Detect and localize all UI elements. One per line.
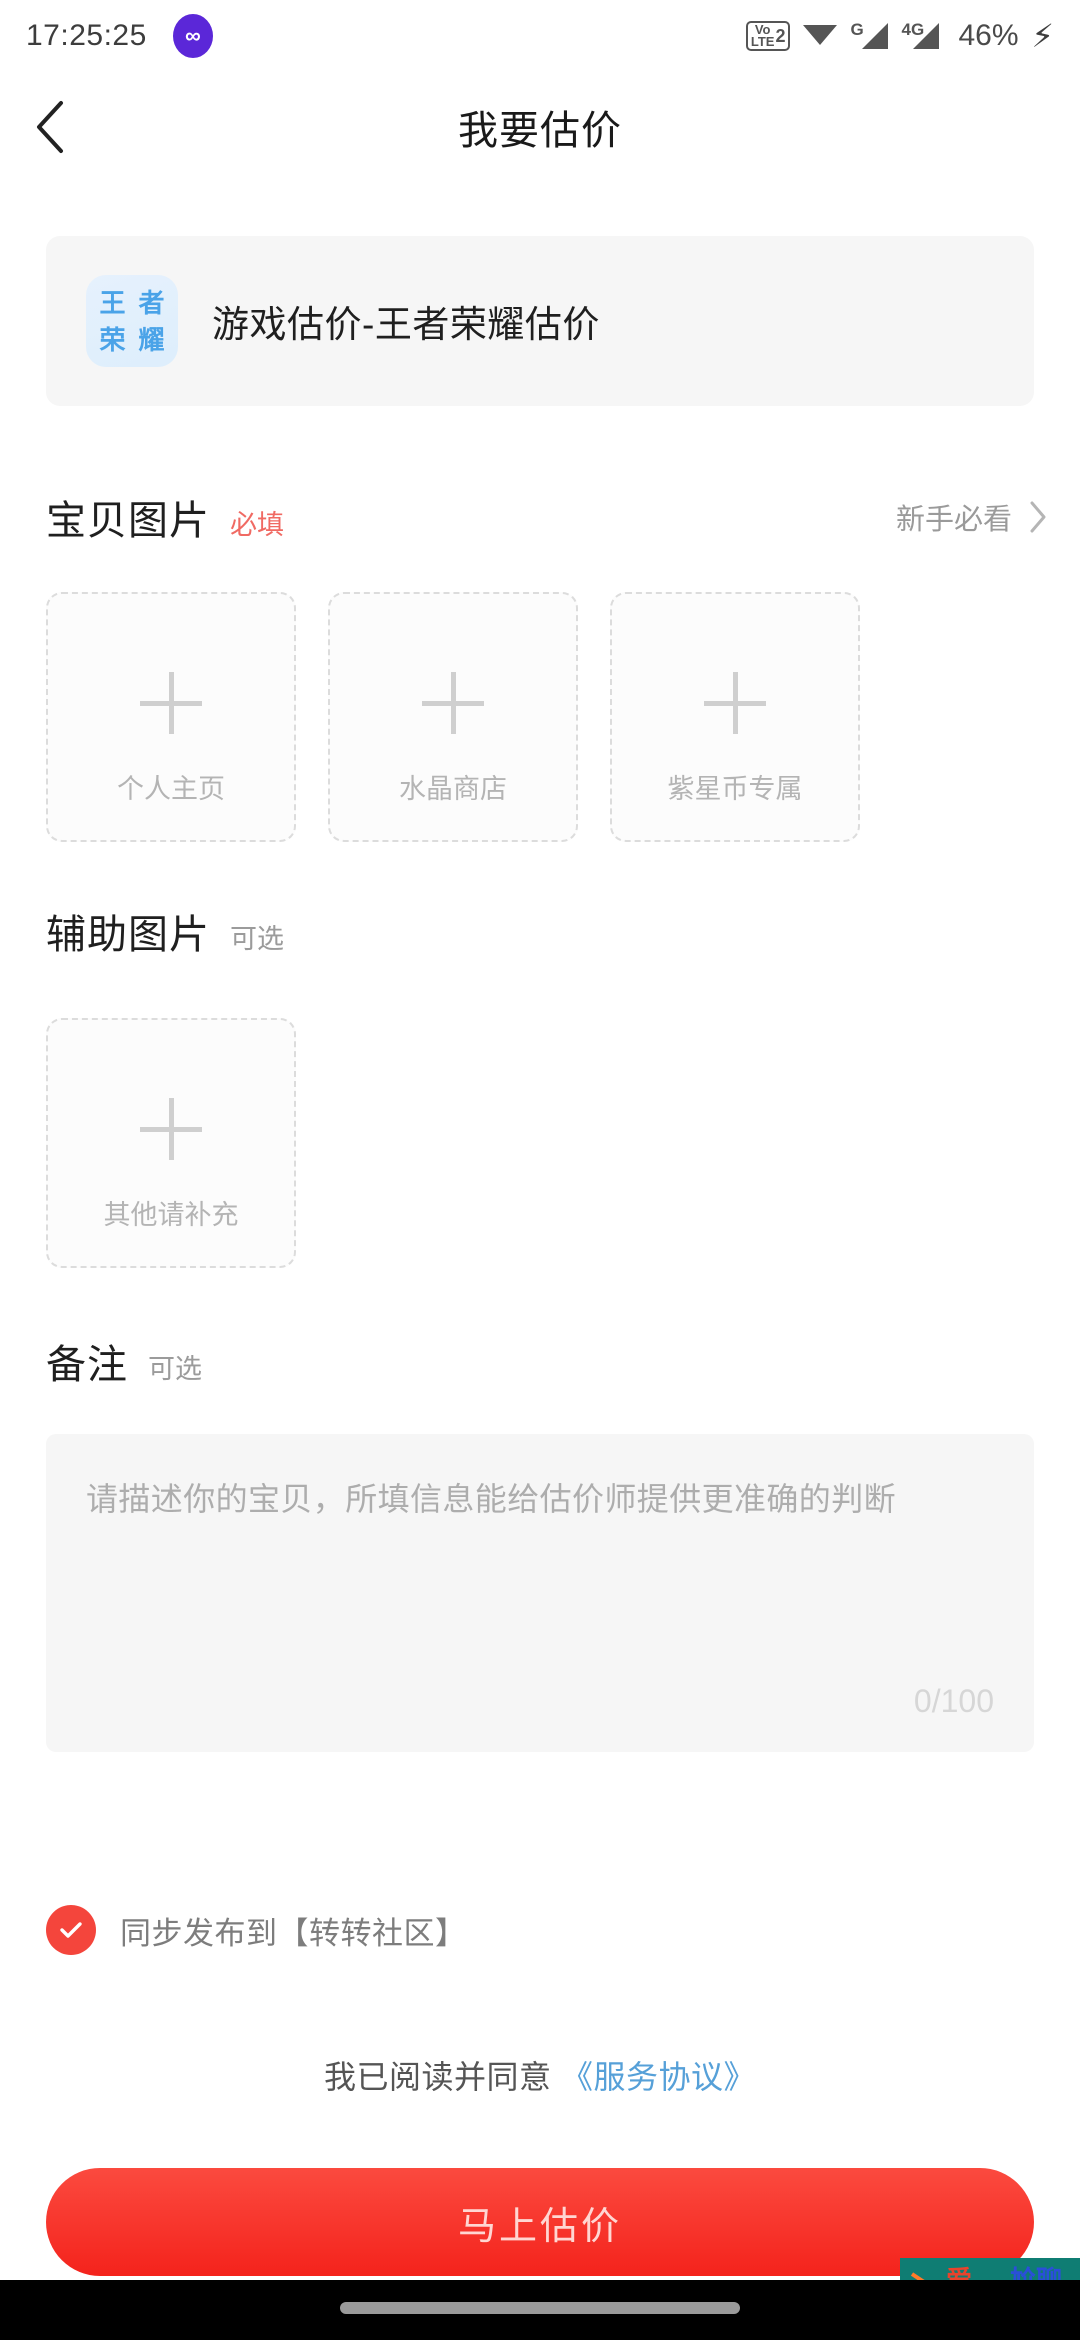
volte-icon: Vo LTE 2 [745, 21, 791, 51]
main-photos-section-head: 宝贝图片 必填 [46, 488, 284, 546]
system-nav-bar [0, 2280, 1080, 2340]
service-agreement-link[interactable]: 《服务协议》 [561, 2059, 756, 2095]
chevron-right-icon [1028, 500, 1048, 534]
infinity-icon: ∞ [172, 14, 213, 58]
wifi-icon [803, 23, 838, 49]
aux-photos-upload-row: 其他请补充 [46, 1018, 296, 1268]
upload-box-crystal-shop[interactable]: 水晶商店 [328, 592, 578, 842]
newbie-guide-link[interactable]: 新手必看 [896, 496, 1048, 538]
upload-box-purple-star-coin[interactable]: 紫星币专属 [610, 592, 860, 842]
game-logo-badge: 王 者 荣 耀 [86, 275, 178, 367]
status-bar: 17:25:25 ∞ Vo LTE 2 G 4G 46% ⚡ [0, 0, 1080, 72]
aux-photos-optional-tag: 可选 [230, 924, 284, 954]
submit-appraisal-button[interactable]: 马上估价 [46, 2168, 1034, 2276]
upload-box-other[interactable]: 其他请补充 [46, 1018, 296, 1268]
submit-button-label: 马上估价 [457, 2205, 622, 2248]
game-card-title: 游戏估价-王者荣耀估价 [212, 304, 600, 345]
status-icons: Vo LTE 2 G 4G 46% ⚡ [745, 18, 1054, 54]
remark-placeholder: 请描述你的宝贝，所填信息能给估价师提供更准确的判断 [86, 1481, 897, 1517]
check-icon [60, 1922, 82, 1938]
upload-label: 其他请补充 [103, 1200, 239, 1230]
upload-box-personal-homepage[interactable]: 个人主页 [46, 592, 296, 842]
plus-icon [704, 672, 766, 734]
remark-char-counter: 0/100 [913, 1683, 994, 1719]
plus-icon [140, 1098, 202, 1160]
page-header: 我要估价 [0, 72, 1080, 182]
sync-community-row[interactable]: 同步发布到【转转社区】 [46, 1905, 467, 1955]
game-category-card[interactable]: 王 者 荣 耀 游戏估价-王者荣耀估价 [46, 236, 1034, 406]
main-photos-title: 宝贝图片 [46, 499, 210, 543]
badge-char-1: 王 [99, 287, 126, 318]
page-title: 我要估价 [458, 109, 622, 153]
home-indicator[interactable] [340, 2302, 740, 2314]
upload-label: 紫星币专属 [667, 774, 803, 804]
upload-label: 水晶商店 [399, 774, 507, 804]
badge-char-3: 荣 [99, 324, 126, 355]
volte-label-bottom: LTE [750, 34, 775, 49]
main-photos-upload-row: 个人主页 水晶商店 紫星币专属 [46, 592, 860, 842]
sync-checkbox[interactable] [46, 1905, 96, 1955]
agreement-prefix: 我已阅读并同意 [324, 2059, 552, 2095]
plus-icon [140, 672, 202, 734]
battery-percent: 46% [958, 19, 1019, 52]
upload-label: 个人主页 [117, 774, 225, 804]
sync-community-label: 同步发布到【转转社区】 [120, 1915, 467, 1951]
signal-sim2-icon: 4G [901, 20, 940, 49]
remark-section-head: 备注 可选 [46, 1332, 202, 1390]
charging-bolt-icon: ⚡ [1031, 18, 1054, 54]
aux-photos-title: 辅助图片 [46, 913, 210, 957]
newbie-guide-label: 新手必看 [895, 504, 1012, 536]
signal-sim1-icon: G [850, 20, 889, 49]
remark-title: 备注 [46, 1343, 128, 1387]
agreement-row: 我已阅读并同意 《服务协议》 [0, 2052, 1080, 2098]
badge-char-4: 耀 [138, 324, 165, 355]
aux-photos-section-head: 辅助图片 可选 [46, 902, 284, 960]
remark-optional-tag: 可选 [148, 1354, 202, 1384]
app-screen: 17:25:25 ∞ Vo LTE 2 G 4G 46% ⚡ 我要估价 王 者 … [0, 0, 1080, 2340]
sim2-network-label: 4G [901, 20, 925, 39]
sim1-network-label: G [850, 20, 864, 39]
badge-char-2: 者 [138, 287, 165, 318]
plus-icon [422, 672, 484, 734]
volte-sim-number: 2 [775, 26, 786, 46]
status-time: 17:25:25 [26, 19, 147, 52]
remark-textarea[interactable]: 请描述你的宝贝，所填信息能给估价师提供更准确的判断 0/100 [46, 1434, 1034, 1752]
main-photos-required-tag: 必填 [230, 510, 284, 540]
